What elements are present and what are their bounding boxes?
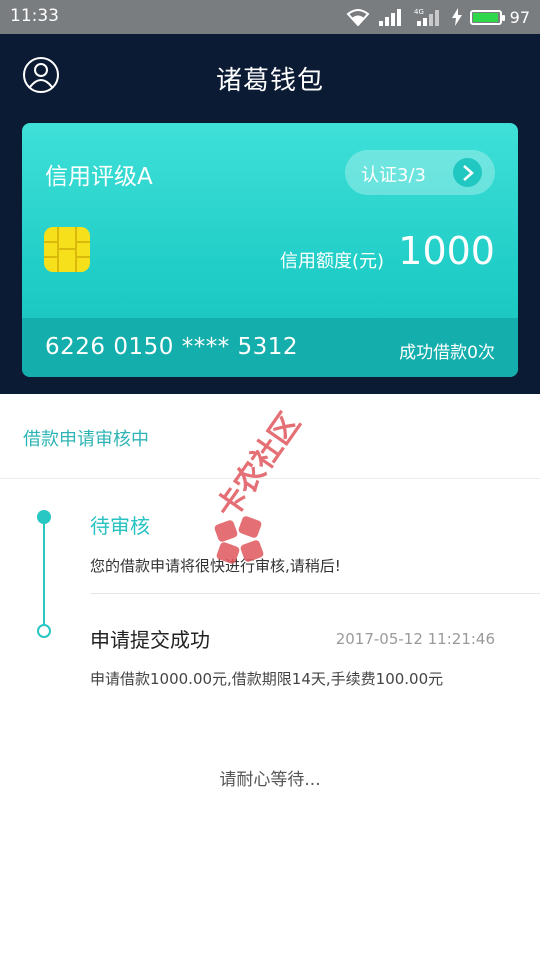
header: 诸葛钱包 信用评级A 认证3/3 信用额度(元) 1000 6226 0150 … bbox=[0, 34, 540, 394]
loan-status-title: 借款申请审核中 bbox=[23, 429, 149, 450]
credit-rating: 信用评级A bbox=[45, 164, 153, 190]
step-submitted-title: 申请提交成功 bbox=[90, 628, 210, 652]
battery-level bbox=[472, 12, 498, 22]
success-count: 成功借款0次 bbox=[399, 343, 495, 363]
step-divider bbox=[90, 593, 540, 594]
step-submitted-description: 申请借款1000.00元,借款期限14天,手续费100.00元 bbox=[90, 670, 444, 688]
status-icons: 4G 97 bbox=[346, 7, 530, 27]
step-pending-title: 待审核 bbox=[90, 514, 150, 538]
card-number: 6226 0150 **** 5312 bbox=[45, 334, 299, 360]
step-submitted-time: 2017-05-12 11:21:46 bbox=[335, 630, 495, 648]
timeline-dot-done bbox=[37, 624, 51, 638]
divider bbox=[0, 478, 540, 479]
credit-card: 信用评级A 认证3/3 信用额度(元) 1000 6226 0150 **** … bbox=[22, 123, 518, 377]
timeline-dot-active bbox=[37, 510, 51, 524]
svg-text:4G: 4G bbox=[414, 8, 424, 16]
wifi-icon bbox=[346, 8, 370, 26]
page-title: 诸葛钱包 bbox=[215, 66, 324, 96]
certification-label: 认证3/3 bbox=[361, 165, 426, 186]
step-pending-description: 您的借款申请将很快进行审核,请稍后! bbox=[90, 557, 341, 575]
status-time: 11:33 bbox=[10, 6, 59, 26]
battery-icon bbox=[469, 9, 505, 25]
signal-icon bbox=[378, 8, 406, 26]
card-chip-icon bbox=[44, 227, 90, 272]
watermark-logo: 卡农社区 bbox=[210, 400, 350, 570]
charging-icon bbox=[451, 8, 462, 26]
wait-message: 请耐心等待... bbox=[219, 770, 321, 790]
credit-limit-label: 信用额度(元) bbox=[280, 251, 385, 272]
certification-button[interactable]: 认证3/3 bbox=[345, 150, 495, 195]
credit-limit-value: 1000 bbox=[398, 229, 495, 273]
signal-4g-icon: 4G bbox=[414, 7, 444, 27]
chevron-right-icon bbox=[453, 158, 482, 187]
card-footer: 6226 0150 **** 5312 成功借款0次 bbox=[22, 318, 518, 377]
battery-text: 97 bbox=[509, 7, 530, 27]
status-bar: 11:33 4G 97 bbox=[0, 0, 540, 34]
watermark-text: 卡农社区 bbox=[210, 406, 308, 526]
timeline-line bbox=[43, 520, 45, 630]
